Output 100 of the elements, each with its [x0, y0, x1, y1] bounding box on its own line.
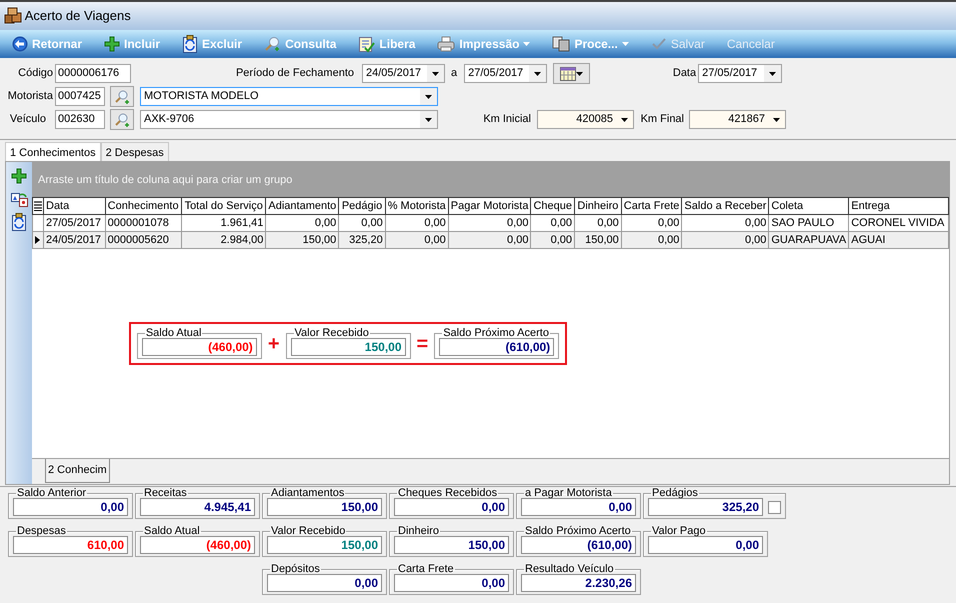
column-header[interactable]: Data — [44, 198, 106, 214]
column-header[interactable]: Pedágio — [338, 198, 386, 214]
value-field: 0,00 — [521, 498, 636, 516]
column-header[interactable]: Adiantamento — [266, 198, 339, 214]
window-title: Acerto de Viagens — [24, 7, 131, 26]
value-field: 0,00 — [267, 574, 382, 592]
value-field-label: Dinheiro — [397, 526, 440, 537]
caret-icon — [432, 72, 439, 76]
value-field-label: Saldo Atual — [144, 328, 202, 339]
tab[interactable]: 2 Despesas — [100, 142, 169, 161]
table-cell: 0,00 — [530, 232, 574, 248]
value-field: 610,00 — [13, 536, 128, 554]
swap-images-icon[interactable] — [10, 190, 28, 207]
value-field-label: Cheques Recebidos — [397, 488, 498, 499]
tab[interactable]: 2 Conhecim — [45, 459, 110, 482]
combo-field[interactable]: MOTORISTA MODELO — [140, 87, 438, 106]
separator-text: a — [451, 66, 458, 82]
row-indicator-icon — [35, 236, 40, 244]
value-field-label: Resultado Veículo — [524, 564, 615, 575]
table-cell: AGUAI — [848, 232, 948, 248]
number-field[interactable]: 421867 — [689, 110, 786, 129]
boxes-icon — [4, 7, 22, 25]
value-field-label: Depósitos — [270, 564, 321, 575]
value-field: 0,00 — [648, 536, 763, 554]
date-field[interactable]: 24/05/2017 — [362, 64, 445, 83]
column-header[interactable]: Conhecimento — [105, 198, 182, 214]
column-header[interactable]: Pagar Motorista — [448, 198, 531, 214]
table-cell: 2.984,00 — [182, 232, 266, 248]
search-button[interactable] — [110, 109, 134, 130]
input-field[interactable]: 002630 — [55, 110, 105, 129]
calendar-button[interactable] — [553, 63, 590, 84]
number-field[interactable]: 420085 — [537, 110, 634, 129]
search-button[interactable] — [110, 86, 134, 107]
value-field-label: Valor Pago — [651, 526, 707, 537]
value-field: (610,00) — [439, 338, 554, 356]
value-field-label: Valor Recebido — [294, 328, 370, 339]
clipboard-icon — [182, 35, 198, 53]
value-field: 4.945,41 — [140, 498, 255, 516]
plus-icon — [104, 36, 120, 52]
value-field-label: a Pagar Motorista — [524, 488, 613, 499]
tab[interactable]: 1 Conhecimentos — [5, 142, 101, 161]
caret-icon — [622, 42, 629, 46]
caret-icon — [769, 72, 776, 76]
table-cell: 0,00 — [448, 232, 531, 248]
value-field: 150,00 — [394, 536, 509, 554]
caret-icon — [534, 72, 542, 76]
caret-icon — [576, 72, 584, 76]
value-field-label: Saldo Atual — [143, 526, 201, 537]
value-field: (460,00) — [142, 338, 257, 356]
date-field[interactable]: 27/05/2017 — [464, 64, 548, 83]
magnifier-icon — [114, 112, 130, 128]
value-field: (610,00) — [521, 536, 636, 554]
value-field-label: Carta Frete — [397, 564, 455, 575]
table-cell: 150,00 — [266, 232, 339, 248]
value-field: 150,00 — [267, 498, 382, 516]
table-cell: 24/05/2017 — [44, 232, 106, 248]
caret-icon — [773, 118, 780, 122]
column-header[interactable]: % Motorista — [385, 198, 448, 214]
equals-sign: = — [416, 332, 428, 356]
column-header[interactable]: Saldo a Receber — [682, 198, 769, 214]
table-cell: 0,00 — [385, 232, 448, 248]
column-header[interactable]: Coleta — [768, 198, 849, 214]
column-header[interactable]: Entrega — [848, 198, 948, 214]
caret-icon — [523, 42, 530, 46]
column-header[interactable]: Cheque — [530, 198, 574, 214]
value-field: 2.230,26 — [521, 574, 636, 592]
column-header[interactable]: Total do Serviço — [182, 198, 266, 214]
clipboard-icon[interactable] — [11, 213, 27, 231]
value-field-label: Despesas — [16, 526, 67, 537]
table-cell: GUARAPUAVA — [768, 232, 849, 248]
caret-icon — [621, 118, 628, 122]
field-label: Veículo — [8, 112, 47, 128]
magnifier-icon — [114, 88, 130, 104]
documents-icon — [552, 36, 570, 52]
field-label: Km Final — [640, 112, 685, 128]
value-field-label: Adiantamentos — [270, 488, 346, 499]
plus-icon[interactable] — [11, 168, 27, 184]
column-header[interactable]: Carta Frete — [621, 198, 682, 214]
field-label: Período de Fechamento — [234, 66, 355, 82]
table-cell: 0,00 — [682, 232, 769, 248]
field-label: Km Inicial — [482, 112, 532, 128]
combo-field[interactable]: AXK-9706 — [140, 110, 438, 129]
checkbox[interactable] — [768, 500, 781, 514]
table-cell: 150,00 — [574, 232, 622, 248]
magnifier-icon — [264, 36, 282, 52]
value-field: 0,00 — [394, 498, 509, 516]
table-cell: 325,20 — [338, 232, 386, 248]
date-field[interactable]: 27/05/2017 — [698, 64, 782, 83]
value-field: 150,00 — [290, 338, 406, 356]
table-cell: 0000005620 — [105, 232, 182, 248]
field-label: Código — [17, 66, 54, 82]
value-field-label: Valor Recebido — [270, 526, 346, 537]
table-cell: 0,00 — [621, 232, 682, 248]
value-field: (460,00) — [140, 536, 255, 554]
input-field[interactable]: 0000006176 — [55, 64, 131, 83]
field-label: Motorista — [6, 89, 54, 104]
input-field[interactable]: 0007425 — [55, 87, 105, 106]
value-field: 0,00 — [13, 498, 128, 516]
plus-sign: + — [268, 332, 280, 356]
column-header[interactable]: Dinheiro — [574, 198, 622, 214]
